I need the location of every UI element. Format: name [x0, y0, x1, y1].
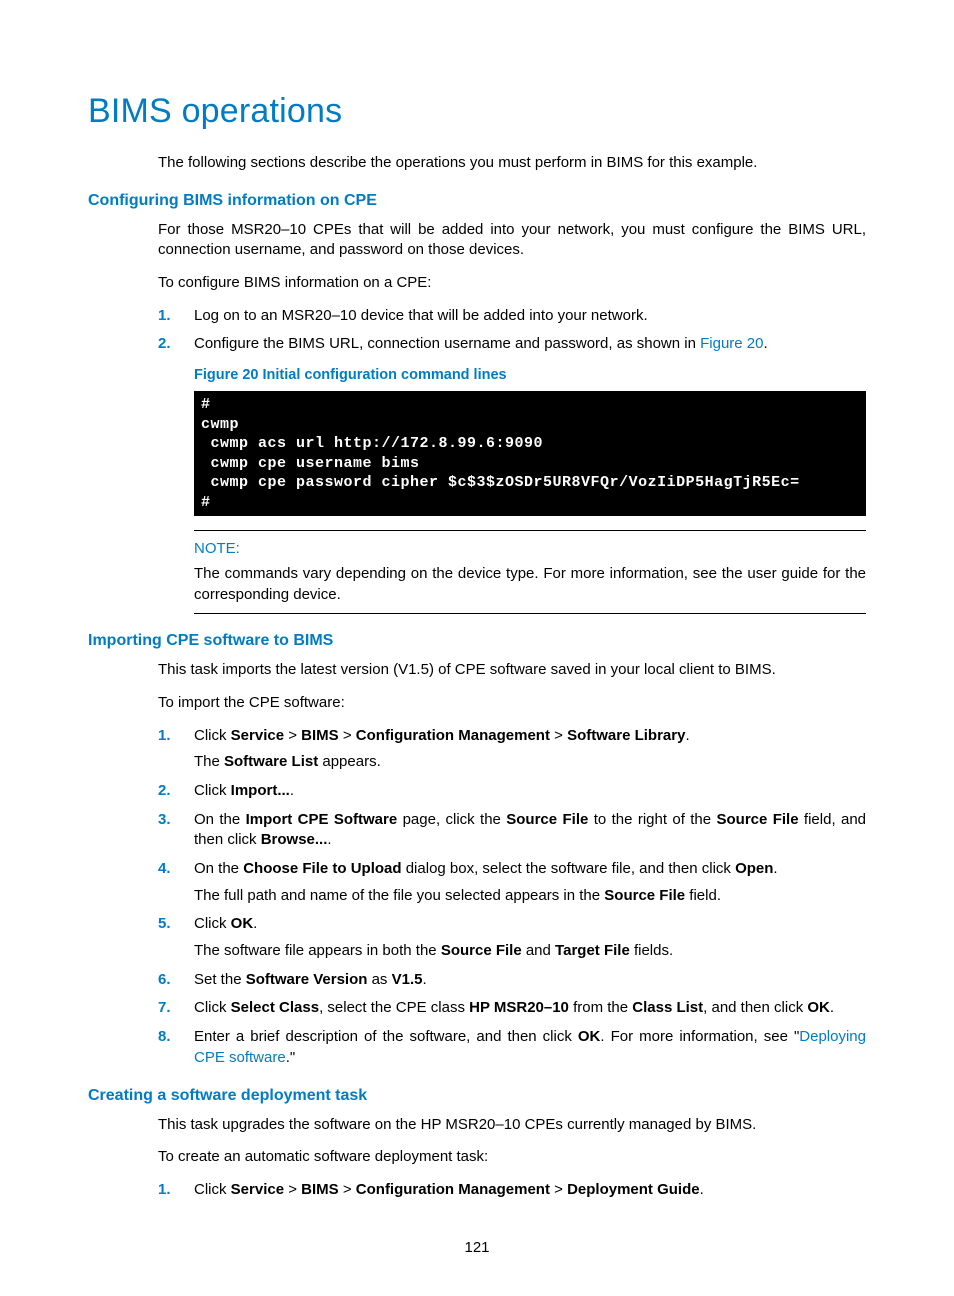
list-text: Click Service > BIMS > Configuration Man… — [194, 1181, 704, 1198]
list-sub-text: The full path and name of the file you s… — [194, 886, 866, 907]
section-heading-configuring: Configuring BIMS information on CPE — [88, 192, 866, 210]
list-item: 3. On the Import CPE Software page, click… — [158, 810, 866, 851]
list-text: Configure the BIMS URL, connection usern… — [194, 335, 768, 352]
list-number: 5. — [158, 914, 171, 935]
figure-caption: Figure 20 Initial configuration command … — [194, 365, 866, 385]
list-number: 7. — [158, 998, 171, 1019]
paragraph: For those MSR20–10 CPEs that will be add… — [158, 220, 866, 261]
list-number: 1. — [158, 306, 171, 327]
list-number: 3. — [158, 810, 171, 831]
note-text: The commands vary depending on the devic… — [194, 564, 866, 605]
list-number: 8. — [158, 1027, 171, 1048]
list-item: 8. Enter a brief description of the softw… — [158, 1027, 866, 1068]
list-text: Log on to an MSR20–10 device that will b… — [194, 307, 648, 324]
list-item: 4. On the Choose File to Upload dialog bo… — [158, 859, 866, 906]
page-number: 121 — [0, 1239, 954, 1256]
list-item: 1. Log on to an MSR20–10 device that will… — [158, 306, 866, 327]
list-item: 5. Click OK. The software file appears in… — [158, 914, 866, 961]
list-item: 1. Click Service > BIMS > Configuration M… — [158, 1180, 866, 1201]
paragraph: This task upgrades the software on the H… — [158, 1115, 866, 1136]
intro-paragraph: The following sections describe the oper… — [158, 153, 866, 174]
document-page: BIMS operations The following sections d… — [0, 0, 954, 1296]
list-text: Click Select Class, select the CPE class… — [194, 999, 834, 1016]
ordered-list: 1. Click Service > BIMS > Configuration M… — [158, 726, 866, 1069]
list-text: Enter a brief description of the softwar… — [194, 1028, 866, 1066]
list-text: Click Service > BIMS > Configuration Man… — [194, 727, 690, 744]
list-item: 2. Click Import.... — [158, 781, 866, 802]
paragraph: To import the CPE software: — [158, 693, 866, 714]
list-item: 6. Set the Software Version as V1.5. — [158, 970, 866, 991]
paragraph: To configure BIMS information on a CPE: — [158, 273, 866, 294]
list-text: Click Import.... — [194, 782, 294, 799]
figure-link[interactable]: Figure 20 — [700, 335, 763, 352]
list-item: 2. Configure the BIMS URL, connection use… — [158, 334, 866, 614]
list-number: 1. — [158, 726, 171, 747]
list-item: 7. Click Select Class, select the CPE cla… — [158, 998, 866, 1019]
note-block: NOTE: The commands vary depending on the… — [194, 530, 866, 614]
list-text: On the Import CPE Software page, click t… — [194, 811, 866, 849]
list-text: Set the Software Version as V1.5. — [194, 971, 427, 988]
list-text: On the Choose File to Upload dialog box,… — [194, 860, 778, 877]
note-label: NOTE: — [194, 539, 866, 560]
list-sub-text: The software file appears in both the So… — [194, 941, 866, 962]
list-number: 1. — [158, 1180, 171, 1201]
section-heading-creating: Creating a software deployment task — [88, 1087, 866, 1105]
paragraph: This task imports the latest version (V1… — [158, 660, 866, 681]
list-text: Click OK. — [194, 915, 257, 932]
list-item: 1. Click Service > BIMS > Configuration M… — [158, 726, 866, 773]
ordered-list: 1. Log on to an MSR20–10 device that will… — [158, 306, 866, 614]
list-number: 2. — [158, 334, 171, 355]
list-sub-text: The Software List appears. — [194, 752, 866, 773]
paragraph: To create an automatic software deployme… — [158, 1147, 866, 1168]
list-number: 6. — [158, 970, 171, 991]
ordered-list: 1. Click Service > BIMS > Configuration M… — [158, 1180, 866, 1201]
list-number: 4. — [158, 859, 171, 880]
terminal-output: # cwmp cwmp acs url http://172.8.99.6:90… — [194, 391, 866, 516]
section-heading-importing: Importing CPE software to BIMS — [88, 632, 866, 650]
list-number: 2. — [158, 781, 171, 802]
page-title: BIMS operations — [88, 92, 866, 131]
